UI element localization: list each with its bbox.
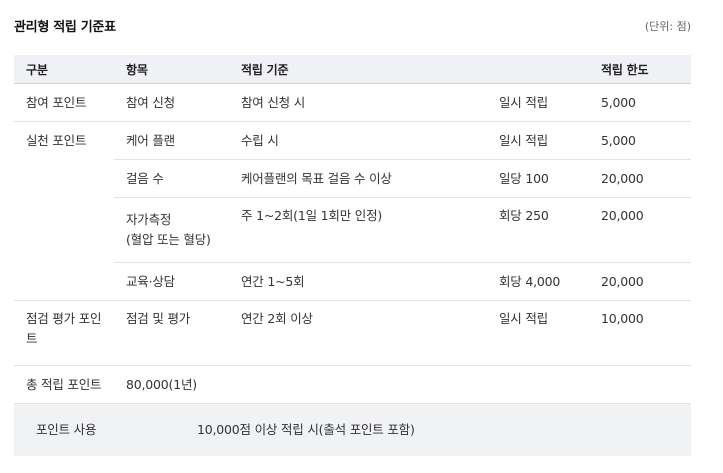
usage-label-cell: 포인트 사용: [14, 403, 114, 456]
column-header-rate: [487, 55, 589, 84]
table-row: 총 적립 포인트 80,000(1년): [14, 365, 691, 404]
table-header-row: 구분 항목 적립 기준 적립 한도: [14, 55, 691, 84]
rate-cell: 회당 4,000: [487, 262, 589, 301]
rate-cell: 일시 적립: [487, 300, 589, 366]
criteria-cell: 수립 시: [229, 121, 487, 160]
category-cell: 총 적립 포인트: [14, 365, 114, 404]
table-row: 걸음 수 케어플랜의 목표 걸음 수 이상 일당 100 20,000: [14, 159, 691, 198]
criteria-cell: 연간 2회 이상: [229, 300, 487, 366]
rate-cell: 일당 100: [487, 159, 589, 198]
column-header-limit: 적립 한도: [589, 55, 691, 84]
points-table-page: 관리형 적립 기준표 (단위: 점) 구분 항목 적립 기준 적립 한도 참여 …: [0, 0, 723, 473]
limit-cell: 20,000: [589, 262, 691, 301]
category-cell: 실천 포인트: [14, 121, 114, 301]
item-cell: 참여 신청: [114, 83, 229, 122]
page-title: 관리형 적립 기준표: [14, 20, 116, 35]
limit-cell: 5,000: [589, 121, 691, 160]
rate-cell: 회당 250: [487, 197, 589, 263]
item-cell: 자가측정 (혈압 또는 혈당): [114, 197, 229, 263]
unit-note: (단위: 점): [644, 20, 691, 33]
category-cell: 참여 포인트: [14, 83, 114, 122]
category-cell: 점검 평가 포인 트: [14, 300, 114, 366]
limit-cell: 5,000: [589, 83, 691, 122]
criteria-cell: 연간 1~5회: [229, 262, 487, 301]
item-cell: 걸음 수: [114, 159, 229, 198]
rate-cell: 일시 적립: [487, 121, 589, 160]
item-cell: 케어 플랜: [114, 121, 229, 160]
usage-value-cell: 10,000점 이상 적립 시(출석 포인트 포함): [114, 403, 691, 456]
item-line: 자가측정: [126, 212, 172, 227]
table-row: 자가측정 (혈압 또는 혈당) 주 1~2회(1일 1회만 인정) 회당 250…: [14, 197, 691, 263]
total-value-cell: 80,000(1년): [114, 365, 691, 404]
limit-cell: 20,000: [589, 197, 691, 263]
criteria-cell: 참여 신청 시: [229, 83, 487, 122]
category-line: 점검 평가 포인: [26, 311, 102, 326]
criteria-cell: 주 1~2회(1일 1회만 인정): [229, 197, 487, 263]
limit-cell: 10,000: [589, 300, 691, 366]
table-header: 관리형 적립 기준표 (단위: 점): [14, 16, 691, 36]
criteria-cell: 케어플랜의 목표 걸음 수 이상: [229, 159, 487, 198]
item-cell: 점검 및 평가: [114, 300, 229, 366]
limit-cell: 20,000: [589, 159, 691, 198]
item-line: (혈압 또는 혈당): [126, 232, 211, 247]
rate-cell: 일시 적립: [487, 83, 589, 122]
usage-row: 포인트 사용 10,000점 이상 적립 시(출석 포인트 포함): [14, 403, 691, 456]
table-row: 점검 평가 포인 트 점검 및 평가 연간 2회 이상 일시 적립 10,000: [14, 300, 691, 366]
table-row: 참여 포인트 참여 신청 참여 신청 시 일시 적립 5,000: [14, 83, 691, 122]
table-row: 실천 포인트 케어 플랜 수립 시 일시 적립 5,000: [14, 121, 691, 301]
column-header-criteria: 적립 기준: [229, 55, 487, 84]
category-line: 트: [26, 331, 38, 346]
table-row: 교육·상담 연간 1~5회 회당 4,000 20,000: [14, 262, 691, 301]
points-table: 구분 항목 적립 기준 적립 한도 참여 포인트 참여 신청 참여 신청 시 일…: [14, 55, 691, 456]
column-header-category: 구분: [14, 55, 114, 84]
column-header-item: 항목: [114, 55, 229, 84]
item-cell: 교육·상담: [114, 262, 229, 301]
